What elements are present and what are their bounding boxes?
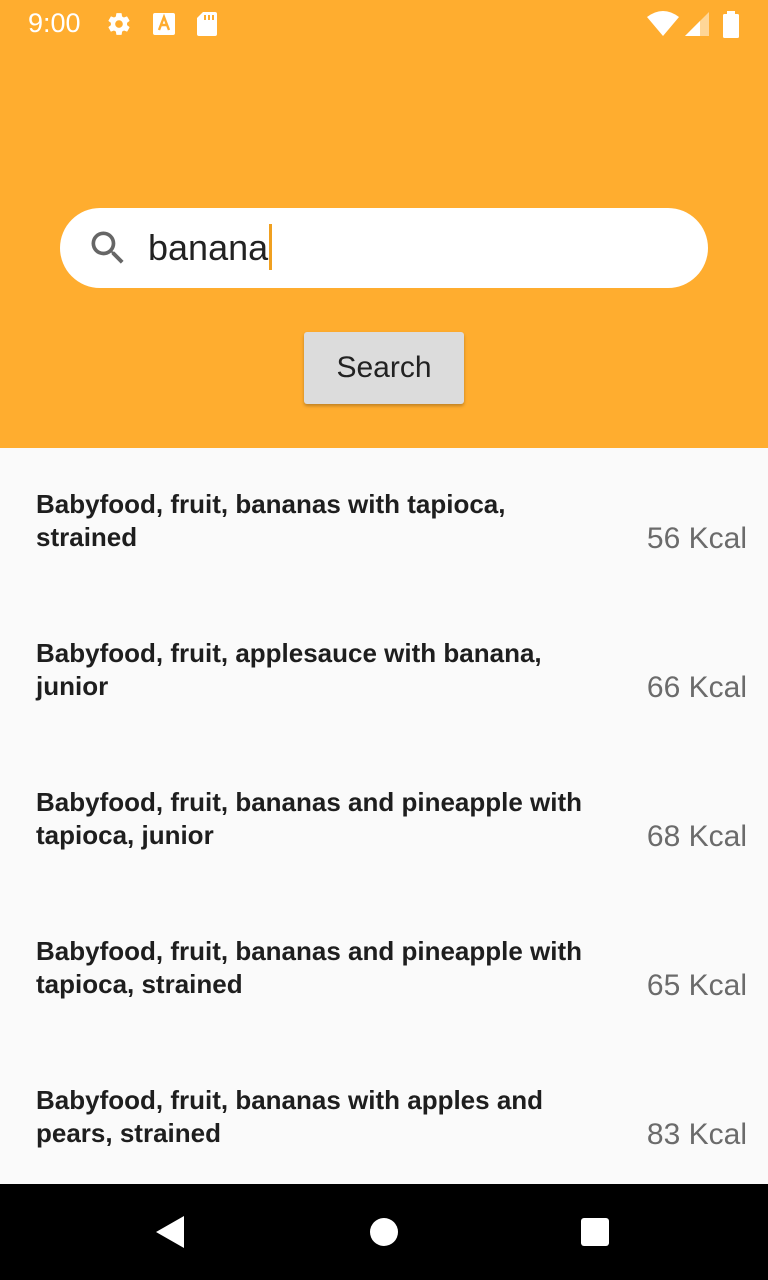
status-time: 9:00: [28, 8, 81, 38]
status-bar: 9:00: [0, 0, 768, 48]
navigation-bar: [0, 1184, 768, 1280]
food-kcal: 56 Kcal: [646, 522, 747, 555]
sd-card-icon: [197, 12, 217, 36]
food-name: Babyfood, fruit, bananas with tapioca, s…: [36, 489, 506, 552]
food-kcal: 83 Kcal: [646, 1118, 747, 1151]
font-a-icon: [153, 13, 175, 35]
food-name: Babyfood, fruit, applesauce with banana,…: [36, 638, 542, 701]
home-button[interactable]: [336, 1184, 432, 1280]
back-icon: [156, 1216, 184, 1248]
food-name: Babyfood, fruit, bananas with apples and…: [36, 1085, 544, 1148]
food-kcal: 65 Kcal: [646, 969, 747, 1002]
search-input-value: banana: [148, 227, 269, 268]
list-item[interactable]: Babyfood, fruit, bananas with apples and…: [0, 1044, 768, 1193]
home-icon: [370, 1218, 398, 1246]
battery-icon: [723, 11, 739, 38]
results-list: Babyfood, fruit, bananas with tapioca, s…: [0, 448, 768, 1184]
list-item[interactable]: Babyfood, fruit, applesauce with banana,…: [0, 597, 768, 746]
search-icon: [91, 231, 124, 264]
list-item[interactable]: Babyfood, fruit, bananas and pineapple w…: [0, 895, 768, 1044]
search-input[interactable]: banana: [148, 224, 273, 271]
back-button[interactable]: [122, 1184, 218, 1280]
recents-icon: [581, 1218, 609, 1246]
recents-button[interactable]: [547, 1184, 643, 1280]
gear-icon: [108, 13, 130, 35]
food-kcal: 68 Kcal: [646, 820, 747, 853]
text-caret: [269, 224, 273, 271]
search-button[interactable]: Search: [304, 332, 464, 404]
list-item[interactable]: Babyfood, fruit, bananas and pineapple w…: [0, 746, 768, 895]
cellular-signal-icon: [685, 12, 709, 36]
food-name: Babyfood, fruit, bananas and pineapple w…: [36, 936, 583, 999]
food-kcal: 66 Kcal: [646, 671, 747, 704]
list-item[interactable]: Babyfood, fruit, bananas with tapioca, s…: [0, 448, 768, 597]
header-panel: 9:00 banana Search: [0, 0, 768, 448]
wifi-icon: [647, 11, 679, 36]
food-name: Babyfood, fruit, bananas and pineapple w…: [36, 787, 583, 850]
